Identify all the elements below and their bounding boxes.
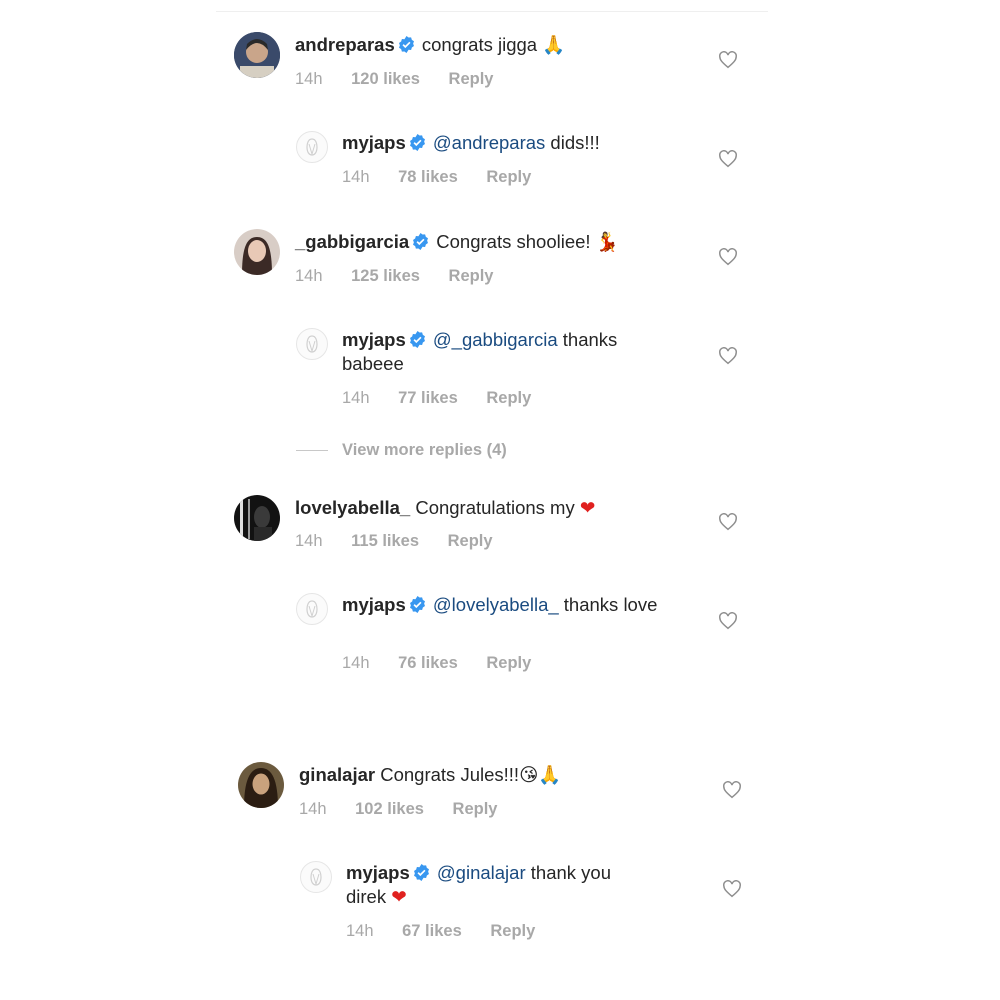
avatar-image — [306, 335, 318, 353]
comment-username[interactable]: myjaps — [346, 862, 410, 883]
top-divider — [216, 11, 768, 12]
avatar[interactable] — [234, 229, 280, 275]
comment-text: myjaps @lovelyabella_ thanks love — [342, 593, 672, 617]
comment-time[interactable]: 14h — [342, 654, 370, 673]
heart-outline-icon[interactable] — [718, 248, 738, 266]
comment-meta: 14h 76 likes Reply — [342, 654, 531, 673]
comment-username[interactable]: lovelyabella_ — [295, 497, 410, 518]
comment-username[interactable]: myjaps — [342, 329, 406, 350]
avatar[interactable] — [296, 131, 328, 163]
avatar-image — [306, 600, 318, 618]
comment-text: andreparas congrats jigga 🙏 — [295, 33, 695, 58]
heart-outline-icon[interactable] — [718, 612, 738, 630]
comment-time[interactable]: 14h — [342, 389, 370, 408]
heart-emoji-icon: ❤ — [579, 498, 596, 519]
comment-likes[interactable]: 78 likes — [398, 168, 458, 187]
avatar[interactable] — [300, 861, 332, 893]
reply-button[interactable]: Reply — [486, 389, 531, 408]
comment-meta: 14h 120 likes Reply — [295, 70, 493, 89]
heart-outline-icon[interactable] — [722, 880, 742, 898]
view-more-replies-button[interactable]: View more replies (4) — [296, 441, 507, 460]
comment-time[interactable]: 14h — [295, 267, 323, 286]
heart-outline-icon[interactable] — [718, 51, 738, 69]
comment-time[interactable]: 14h — [295, 70, 323, 89]
comment-meta: 14h 67 likes Reply — [346, 922, 535, 941]
avatar-image — [310, 868, 322, 886]
emoji: 😘🙏 — [519, 765, 562, 786]
avatar-image — [238, 762, 284, 808]
comment-body: Congratulations my — [415, 497, 575, 518]
comment-time[interactable]: 14h — [342, 168, 370, 187]
comment-username[interactable]: andreparas — [295, 34, 395, 55]
comment-likes[interactable]: 120 likes — [351, 70, 420, 89]
heart-outline-icon[interactable] — [718, 150, 738, 168]
heart-outline-icon[interactable] — [718, 513, 738, 531]
reply-button[interactable]: Reply — [453, 800, 498, 819]
comment-meta: 14h 77 likes Reply — [342, 389, 531, 408]
comment-meta: 14h 115 likes Reply — [295, 532, 493, 551]
verified-badge-icon — [409, 596, 425, 613]
comment-body: congrats jigga — [421, 34, 538, 55]
avatar[interactable] — [296, 593, 328, 625]
emoji: 💃 — [595, 232, 619, 253]
verified-badge-icon — [413, 233, 429, 250]
comment-text: myjaps @ginalajar thank you direk ❤ — [346, 861, 656, 910]
reply-button[interactable]: Reply — [449, 267, 494, 286]
comment-text: _gabbigarcia Congrats shooliee! 💃 — [295, 230, 695, 255]
comment-meta: 14h 102 likes Reply — [299, 800, 497, 819]
comment-likes[interactable]: 102 likes — [355, 800, 424, 819]
avatar-image — [234, 229, 280, 275]
mention-link[interactable]: @lovelyabella_ — [433, 594, 559, 615]
comment-meta: 14h 125 likes Reply — [295, 267, 493, 286]
heart-outline-icon[interactable] — [722, 781, 742, 799]
avatar-image — [234, 32, 280, 78]
verified-badge-icon — [413, 864, 429, 881]
comment-text: lovelyabella_ Congratulations my ❤ — [295, 496, 695, 521]
avatar[interactable] — [234, 495, 280, 541]
avatar-image — [234, 495, 280, 541]
verified-badge-icon — [409, 331, 425, 348]
avatar-image — [306, 138, 318, 156]
emoji: 🙏 — [542, 35, 566, 56]
comment-likes[interactable]: 125 likes — [351, 267, 420, 286]
comment-username[interactable]: _gabbigarcia — [295, 231, 409, 252]
comment-time[interactable]: 14h — [295, 532, 323, 551]
comment-likes[interactable]: 67 likes — [402, 922, 462, 941]
comment-meta: 14h 78 likes Reply — [342, 168, 531, 187]
comment-body: Congrats Jules!!! — [380, 764, 520, 785]
divider-line — [296, 450, 328, 452]
mention-link[interactable]: @andreparas — [433, 132, 545, 153]
avatar[interactable] — [234, 32, 280, 78]
verified-badge-icon — [398, 36, 414, 53]
comment-time[interactable]: 14h — [299, 800, 327, 819]
mention-link[interactable]: @_gabbigarcia — [433, 329, 558, 350]
heart-outline-icon[interactable] — [718, 347, 738, 365]
reply-button[interactable]: Reply — [490, 922, 535, 941]
comment-likes[interactable]: 115 likes — [351, 532, 419, 551]
comment-text: ginalajar Congrats Jules!!!😘🙏 — [299, 763, 699, 788]
view-more-label: View more replies (4) — [342, 441, 507, 459]
reply-button[interactable]: Reply — [449, 70, 494, 89]
comment-username[interactable]: ginalajar — [299, 764, 375, 785]
comment-likes[interactable]: 76 likes — [398, 654, 458, 673]
comment-text: myjaps @andreparas dids!!! — [342, 131, 702, 155]
comment-likes[interactable]: 77 likes — [398, 389, 458, 408]
heart-emoji-icon: ❤ — [391, 887, 407, 908]
comment-username[interactable]: myjaps — [342, 594, 406, 615]
verified-badge-icon — [409, 134, 425, 151]
mention-link[interactable]: @ginalajar — [437, 862, 526, 883]
reply-button[interactable]: Reply — [486, 654, 531, 673]
avatar[interactable] — [238, 762, 284, 808]
comment-text: myjaps @_gabbigarcia thanks babeee — [342, 328, 672, 376]
comment-body: Congrats shooliee! — [436, 231, 591, 252]
reply-button[interactable]: Reply — [448, 532, 493, 551]
avatar[interactable] — [296, 328, 328, 360]
comment-time[interactable]: 14h — [346, 922, 374, 941]
comment-username[interactable]: myjaps — [342, 132, 406, 153]
comment-body: dids!!! — [550, 132, 600, 153]
reply-button[interactable]: Reply — [486, 168, 531, 187]
comment-body: thanks love — [563, 594, 658, 615]
